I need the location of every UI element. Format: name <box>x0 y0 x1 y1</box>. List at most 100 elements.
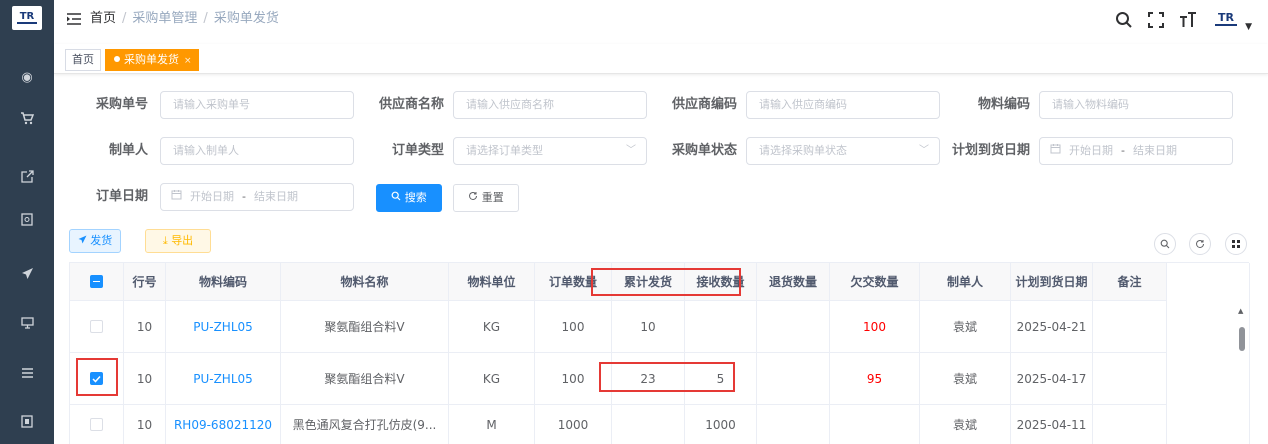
row-select[interactable] <box>70 353 124 405</box>
dashboard-icon[interactable]: ◉ <box>0 67 54 87</box>
cell-material-code-link[interactable]: PU-ZHL05 <box>166 353 281 405</box>
order-no-input[interactable]: 请输入采购单号 <box>160 91 354 119</box>
header-tools: TR ▼ <box>1115 6 1252 36</box>
order-date-end[interactable]: 结束日期 <box>254 184 298 210</box>
cell-material-code-link[interactable]: PU-ZHL05 <box>166 301 281 353</box>
table-row[interactable]: 10 PU-ZHL05 聚氨酯组合料V KG 100 10 100 袁斌 202… <box>70 301 1235 353</box>
close-icon[interactable]: × <box>184 56 192 66</box>
send-icon[interactable] <box>0 263 54 283</box>
planned-date-range[interactable]: 开始日期 - 结束日期 <box>1039 137 1233 165</box>
refresh-icon <box>1196 239 1204 248</box>
order-type-placeholder: 请选择订单类型 <box>466 144 543 157</box>
cell-returned <box>757 301 830 353</box>
row-checkbox[interactable] <box>90 320 103 333</box>
list-icon[interactable] <box>0 363 54 383</box>
cell-unit: KG <box>449 301 535 353</box>
order-type-label: 订单类型 <box>391 143 444 158</box>
cell-unit: M <box>449 405 535 444</box>
ship-button[interactable]: 发货 <box>69 229 121 253</box>
avatar[interactable]: TR <box>1211 9 1241 34</box>
tag-active-label: 采购单发货 <box>124 53 179 66</box>
reset-button[interactable]: 重置 <box>453 184 519 212</box>
font-size-icon[interactable] <box>1179 11 1197 32</box>
cell-line: 10 <box>124 405 166 444</box>
supplier-name-input[interactable]: 请输入供应商名称 <box>453 91 647 119</box>
cell-creator: 袁斌 <box>920 405 1011 444</box>
cell-received <box>685 301 757 353</box>
search-toggle-button[interactable] <box>1154 233 1176 255</box>
search-button[interactable]: 搜索 <box>376 184 442 212</box>
hamburger-icon[interactable] <box>66 11 82 27</box>
download-icon: ⤓ <box>162 234 168 247</box>
search-icon <box>391 191 405 204</box>
cell-returned <box>757 405 830 444</box>
material-code-input[interactable]: 请输入物料编码 <box>1039 91 1233 119</box>
search-icon[interactable] <box>1115 11 1133 32</box>
supplier-name-label: 供应商名称 <box>378 97 444 112</box>
cell-returned <box>757 353 830 405</box>
cart-icon[interactable] <box>0 108 54 128</box>
row-checkbox[interactable] <box>90 372 103 385</box>
planned-date-start[interactable]: 开始日期 <box>1069 138 1113 164</box>
cell-line: 10 <box>124 301 166 353</box>
col-header: 计划到货日期 <box>1011 263 1093 301</box>
logo[interactable]: TR <box>9 3 45 33</box>
select-all-checkbox[interactable] <box>90 275 103 288</box>
export-button[interactable]: ⤓ 导出 <box>145 229 211 253</box>
send-icon <box>78 234 91 247</box>
breadcrumb-purchase-mgmt: 采购单管理 <box>132 11 198 26</box>
breadcrumb-current: 采购单发货 <box>213 11 279 26</box>
col-header: 制单人 <box>920 263 1011 301</box>
document-icon[interactable] <box>0 209 54 229</box>
order-date-range[interactable]: 开始日期 - 结束日期 <box>160 183 354 211</box>
chevron-down-icon: ﹀ <box>919 145 929 156</box>
table-scrollbar[interactable]: ▲ <box>1235 263 1250 444</box>
cell-order-qty: 1000 <box>535 405 612 444</box>
col-header: 物料单位 <box>449 263 535 301</box>
creator-input[interactable]: 请输入制单人 <box>160 137 354 165</box>
cell-date: 2025-04-11 <box>1011 405 1093 444</box>
cell-short <box>830 405 920 444</box>
calendar-icon <box>1050 138 1061 164</box>
tag-active[interactable]: 采购单发货 × <box>105 49 199 71</box>
report-icon[interactable] <box>0 411 54 431</box>
order-type-select[interactable]: 请选择订单类型 ﹀ <box>453 137 647 165</box>
search-icon <box>1160 239 1170 249</box>
data-table: 行号 物料编码 物料名称 物料单位 订单数量 累计发货 接收数量 退货数量 欠交… <box>69 262 1250 444</box>
order-status-label: 采购单状态 <box>671 143 737 158</box>
dot-icon <box>114 56 120 62</box>
external-link-icon[interactable] <box>0 166 54 186</box>
cell-received: 5 <box>685 353 757 405</box>
table-row[interactable]: 10 PU-ZHL05 聚氨酯组合料V KG 100 23 5 95 袁斌 20… <box>70 353 1235 405</box>
supplier-code-label: 供应商编码 <box>671 97 737 112</box>
header-select-all[interactable] <box>70 263 124 301</box>
col-header: 累计发货 <box>612 263 685 301</box>
caret-down-icon[interactable]: ▼ <box>1245 22 1252 32</box>
breadcrumb-home[interactable]: 首页 <box>90 10 116 28</box>
order-date-start[interactable]: 开始日期 <box>190 184 234 210</box>
cell-remark <box>1093 405 1167 444</box>
columns-button[interactable] <box>1225 233 1247 255</box>
supplier-code-input[interactable]: 请输入供应商编码 <box>746 91 940 119</box>
tag-home[interactable]: 首页 <box>65 49 101 71</box>
order-status-select[interactable]: 请选择采购单状态 ﹀ <box>746 137 940 165</box>
cell-material-code-link[interactable]: RH09-68021120 <box>166 405 281 444</box>
planned-date-end[interactable]: 结束日期 <box>1133 138 1177 164</box>
breadcrumb-separator: / <box>122 11 127 26</box>
calendar-icon <box>171 184 182 210</box>
cell-line: 10 <box>124 353 166 405</box>
monitor-icon[interactable] <box>0 313 54 333</box>
cell-material-name: 黑色通风复合打孔仿皮(9... <box>281 405 449 444</box>
row-select[interactable] <box>70 405 124 444</box>
col-header: 欠交数量 <box>830 263 920 301</box>
search-button-label: 搜索 <box>404 191 427 204</box>
scroll-up-icon[interactable]: ▲ <box>1238 307 1243 315</box>
app: TR ◉ 首页 / 采购单管理 / 采购单发货 TR ▼ 首页 采购单发货 × … <box>0 0 1268 444</box>
table-row[interactable]: 10 RH09-68021120 黑色通风复合打孔仿皮(9... M 1000 … <box>70 405 1235 444</box>
grid-icon <box>1232 240 1240 248</box>
refresh-button[interactable] <box>1189 233 1211 255</box>
row-select[interactable] <box>70 301 124 353</box>
row-checkbox[interactable] <box>90 418 103 431</box>
fullscreen-icon[interactable] <box>1147 11 1165 32</box>
scrollbar-thumb[interactable] <box>1239 327 1245 351</box>
